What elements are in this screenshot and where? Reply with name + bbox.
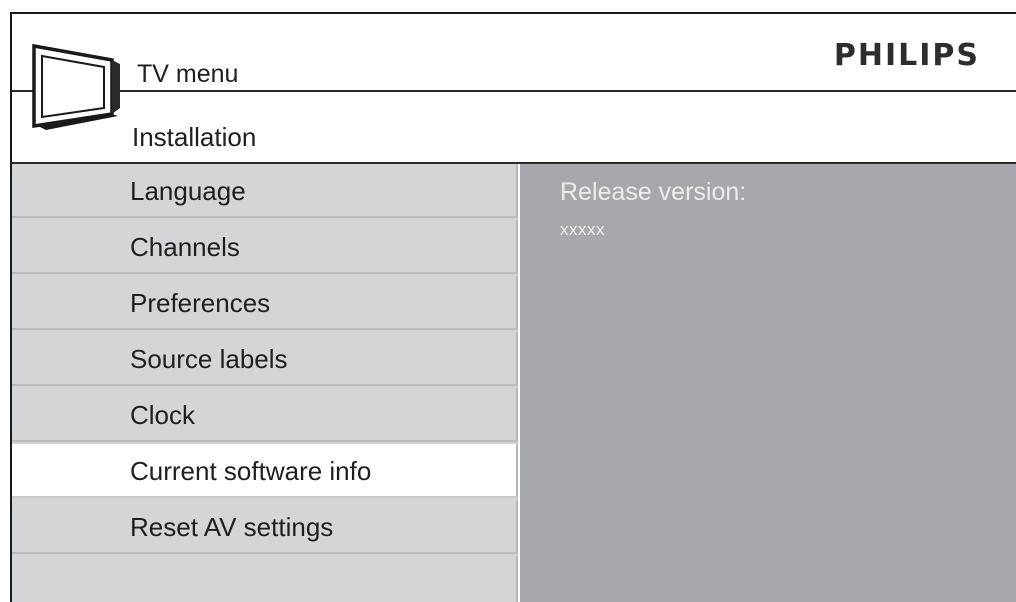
menu-header: TV menu PHILIPS — [12, 14, 1016, 92]
menu-item-label: Language — [130, 176, 246, 206]
release-version-value: xxxxx — [560, 220, 605, 239]
tv-icon — [32, 43, 120, 130]
menu-item-label: Source labels — [130, 344, 288, 374]
menu-item-label: Current software info — [130, 456, 372, 486]
release-version-label: Release version: — [560, 178, 747, 206]
menu-item-preferences[interactable]: Preferences — [12, 276, 518, 330]
header-title: TV menu — [137, 60, 239, 88]
menu-item-reset-av-settings[interactable]: Reset AV settings — [12, 500, 518, 554]
menu-item-source-labels[interactable]: Source labels — [12, 332, 518, 386]
menu-item-channels[interactable]: Channels — [12, 220, 518, 274]
submenu-title: Installation — [132, 122, 257, 152]
installation-menu: Language Channels Preferences Source lab… — [12, 164, 518, 602]
submenu-header: Installation — [12, 92, 1016, 164]
menu-item-language[interactable]: Language — [12, 164, 518, 218]
menu-item-label: Reset AV settings — [130, 512, 334, 542]
menu-item-label: Preferences — [130, 288, 271, 318]
menu-item-empty — [12, 556, 518, 602]
menu-item-label: Channels — [130, 232, 240, 262]
menu-item-current-software-info[interactable]: Current software info — [12, 444, 518, 498]
tv-menu-window: TV menu PHILIPS Installation Language Ch… — [10, 12, 1016, 602]
brand-logo: PHILIPS — [833, 38, 980, 73]
menu-item-clock[interactable]: Clock — [12, 388, 518, 442]
menu-item-label: Clock — [130, 400, 196, 430]
info-panel: Release version: xxxxx — [520, 164, 1016, 602]
